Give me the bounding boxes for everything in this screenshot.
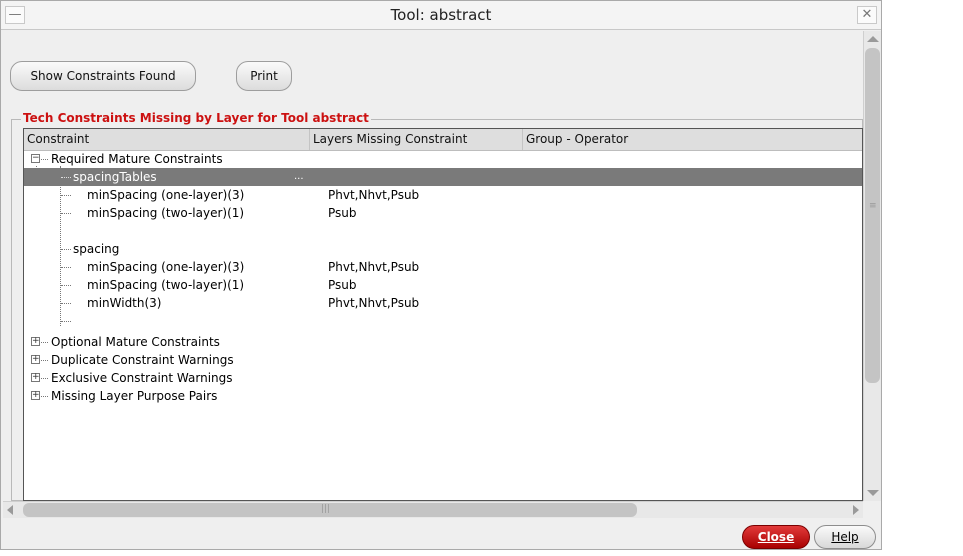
tree-connector	[61, 249, 71, 250]
tree-row-missing-lpp[interactable]: + Missing Layer Purpose Pairs	[24, 387, 862, 405]
grip-icon: ≡	[869, 201, 877, 211]
vertical-scroll-thumb[interactable]	[865, 48, 880, 383]
tree-row-required-mature[interactable]: − Required Mature Constraints	[24, 150, 862, 168]
scroll-up-icon[interactable]	[867, 36, 879, 42]
scroll-down-icon[interactable]	[867, 490, 879, 496]
tree-row-spacing-tables[interactable]: spacingTables ...	[24, 168, 862, 186]
close-button[interactable]: Close	[742, 525, 810, 549]
tree-row-layers: Phvt,Nhvt,Psub	[328, 260, 420, 274]
tree-row-label: minSpacing (one-layer)(3)	[87, 188, 245, 202]
tree-connector	[61, 321, 71, 322]
tree-row-label: minSpacing (two-layer)(1)	[87, 206, 245, 220]
collapse-icon[interactable]: −	[31, 154, 40, 163]
tree-connector	[41, 378, 48, 379]
tree-row-label: Missing Layer Purpose Pairs	[51, 389, 218, 403]
tree-row-empty	[24, 312, 862, 330]
tree-connector	[61, 213, 71, 214]
tree-row-layers: Psub	[328, 206, 357, 220]
column-header-group-operator[interactable]: Group - Operator	[523, 129, 862, 150]
tree-row-layers: Psub	[328, 278, 357, 292]
tree-connector	[41, 342, 48, 343]
tree-connector	[41, 159, 48, 160]
tree-row-label: spacing	[73, 242, 120, 256]
tree-row-label: Duplicate Constraint Warnings	[51, 353, 234, 367]
tree-connector	[41, 396, 48, 397]
vertical-scrollbar[interactable]: ≡	[863, 31, 881, 501]
tree-connector	[61, 177, 71, 178]
tree-row-duplicate-warnings[interactable]: + Duplicate Constraint Warnings	[24, 351, 862, 369]
tree-header: Constraint Layers Missing Constraint Gro…	[24, 129, 862, 151]
tree-row-label: minSpacing (one-layer)(3)	[87, 260, 245, 274]
close-window-icon[interactable]: ✕	[857, 6, 877, 24]
expand-icon[interactable]: +	[31, 337, 40, 346]
tree-row-label: minWidth(3)	[87, 296, 162, 310]
tree-row-layers: Phvt,Nhvt,Psub	[328, 188, 420, 202]
tree-row-label: minSpacing (two-layer)(1)	[87, 278, 245, 292]
help-button[interactable]: Help	[814, 525, 876, 549]
show-constraints-found-button[interactable]: Show Constraints Found	[10, 61, 196, 91]
horizontal-scrollbar[interactable]: |||	[3, 501, 863, 518]
window-title: Tool: abstract	[390, 6, 492, 24]
constraints-tree[interactable]: Constraint Layers Missing Constraint Gro…	[23, 128, 863, 501]
tree-row-label: Required Mature Constraints	[51, 152, 223, 166]
column-header-constraint[interactable]: Constraint	[24, 129, 310, 150]
tree-row-exclusive-warnings[interactable]: + Exclusive Constraint Warnings	[24, 369, 862, 387]
tree-row-label: spacingTables	[73, 170, 157, 184]
tree-row-layers: Phvt,Nhvt,Psub	[328, 296, 420, 310]
tree-row-layers: ...	[294, 171, 304, 182]
tree-row-minwidth[interactable]: minWidth(3) Phvt,Nhvt,Psub	[24, 294, 862, 312]
scroll-right-icon[interactable]	[853, 505, 859, 515]
print-button[interactable]: Print	[236, 61, 292, 91]
tree-row-empty	[24, 222, 862, 240]
expand-icon[interactable]: +	[31, 355, 40, 364]
tree-row-spacing[interactable]: spacing	[24, 240, 862, 258]
tree-connector	[61, 267, 71, 268]
title-bar[interactable]: — Tool: abstract ✕	[1, 1, 881, 30]
column-header-layers-missing[interactable]: Layers Missing Constraint	[310, 129, 523, 150]
tree-row-minspacing-one[interactable]: minSpacing (one-layer)(3) Phvt,Nhvt,Psub	[24, 186, 862, 204]
tree-connector	[61, 303, 71, 304]
tree-row-minspacing-two[interactable]: minSpacing (two-layer)(1) Psub	[24, 276, 862, 294]
tree-row-optional-mature[interactable]: + Optional Mature Constraints	[24, 333, 862, 351]
tree-connector	[41, 360, 48, 361]
tree-row-minspacing-one[interactable]: minSpacing (one-layer)(3) Phvt,Nhvt,Psub	[24, 258, 862, 276]
scroll-left-icon[interactable]	[7, 505, 13, 515]
tree-connector	[61, 195, 71, 196]
group-title: Tech Constraints Missing by Layer for To…	[21, 111, 371, 125]
tree-row-label: Optional Mature Constraints	[51, 335, 220, 349]
tree-row-label: Exclusive Constraint Warnings	[51, 371, 233, 385]
tree-row-minspacing-two[interactable]: minSpacing (two-layer)(1) Psub	[24, 204, 862, 222]
tree-connector	[61, 285, 71, 286]
grip-icon: |||	[321, 504, 331, 514]
tool-window: — Tool: abstract ✕ Show Constraints Foun…	[0, 0, 882, 550]
expand-icon[interactable]: +	[31, 391, 40, 400]
expand-icon[interactable]: +	[31, 373, 40, 382]
